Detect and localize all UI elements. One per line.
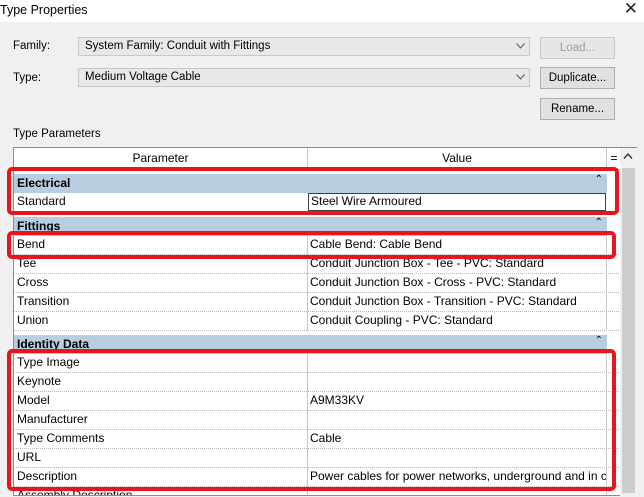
table-row[interactable]: Standard Steel Wire Armoured: [14, 193, 621, 212]
family-label: Family:: [13, 40, 51, 52]
param-name: Assembly Description: [17, 488, 133, 496]
collapse-icon[interactable]: ⌃: [595, 335, 603, 346]
type-parameters-label: Type Parameters: [13, 128, 101, 140]
grid-header: Parameter Value =: [14, 148, 621, 170]
scrollbar-thumb[interactable]: [622, 168, 635, 493]
rename-button[interactable]: Rename...: [540, 98, 615, 120]
table-row[interactable]: Keynote: [14, 373, 621, 392]
collapse-icon[interactable]: ⌃: [595, 217, 603, 228]
type-parameters-grid: Parameter Value = Electrical ⌃ Standard …: [13, 147, 622, 496]
table-row[interactable]: Model A9M33KV: [14, 392, 621, 411]
table-row[interactable]: Cross Conduit Junction Box - Cross - PVC…: [14, 274, 621, 293]
param-value[interactable]: Cable: [310, 431, 610, 445]
close-icon[interactable]: ✕: [624, 0, 638, 19]
param-name: Manufacturer: [17, 412, 88, 426]
group-label: Electrical: [17, 176, 71, 190]
column-header-edit[interactable]: =: [607, 148, 621, 169]
group-fittings[interactable]: Fittings ⌃: [14, 217, 607, 236]
param-value[interactable]: Conduit Coupling - PVC: Standard: [310, 313, 610, 327]
family-dropdown[interactable]: System Family: Conduit with Fittings: [78, 37, 530, 56]
column-header-parameter[interactable]: Parameter: [14, 148, 308, 169]
table-row[interactable]: Transition Conduit Junction Box - Transi…: [14, 293, 621, 312]
param-value[interactable]: Conduit Junction Box - Cross - PVC: Stan…: [310, 275, 610, 289]
table-row[interactable]: Union Conduit Coupling - PVC: Standard: [14, 312, 621, 331]
param-name: Standard: [17, 194, 66, 208]
param-value[interactable]: Power cables for power networks, undergr…: [310, 469, 610, 483]
param-name: Keynote: [17, 374, 62, 388]
vertical-scrollbar[interactable]: [620, 147, 637, 497]
standard-value-field[interactable]: Steel Wire Armoured: [308, 193, 606, 211]
group-label: Fittings: [17, 219, 61, 233]
group-identity-data[interactable]: Identity Data ⌃: [14, 335, 607, 354]
table-row[interactable]: Tee Conduit Junction Box - Tee - PVC: St…: [14, 255, 621, 274]
table-row[interactable]: Type Comments Cable: [14, 430, 621, 449]
param-name: Tee: [17, 256, 37, 270]
param-name: Type Comments: [17, 431, 105, 445]
table-row[interactable]: Assembly Description: [14, 487, 621, 496]
type-value: Medium Voltage Cable: [85, 71, 201, 83]
title-bar: Type Properties ✕: [0, 0, 644, 22]
param-name: Union: [17, 313, 49, 327]
collapse-icon[interactable]: ⌃: [595, 174, 603, 185]
param-name: Model: [17, 393, 50, 407]
param-name: Transition: [17, 294, 70, 308]
table-row[interactable]: Manufacturer: [14, 411, 621, 430]
load-button[interactable]: Load...: [540, 37, 615, 59]
chevron-down-icon: [516, 74, 525, 80]
type-dropdown[interactable]: Medium Voltage Cable: [78, 68, 530, 87]
param-value[interactable]: Conduit Junction Box - Tee - PVC: Standa…: [310, 256, 610, 270]
column-header-value[interactable]: Value: [308, 148, 607, 169]
table-row[interactable]: Type Image: [14, 354, 621, 373]
param-name: Type Image: [17, 355, 80, 369]
param-name: URL: [17, 450, 42, 464]
window-title: Type Properties: [0, 3, 88, 17]
param-value[interactable]: A9M33KV: [310, 393, 610, 407]
param-value[interactable]: Cable Bend: Cable Bend: [310, 237, 610, 251]
chevron-up-icon[interactable]: [623, 152, 633, 160]
param-value[interactable]: Conduit Junction Box - Transition - PVC:…: [310, 294, 610, 308]
duplicate-button[interactable]: Duplicate...: [540, 67, 615, 89]
type-label: Type:: [13, 72, 42, 84]
table-row[interactable]: Description Power cables for power netwo…: [14, 468, 621, 487]
group-electrical[interactable]: Electrical ⌃: [14, 174, 607, 193]
param-name: Description: [17, 469, 78, 483]
table-row[interactable]: Bend Cable Bend: Cable Bend: [14, 236, 621, 255]
table-row[interactable]: URL: [14, 449, 621, 468]
param-name: Bend: [17, 237, 46, 251]
family-value: System Family: Conduit with Fittings: [85, 40, 271, 52]
param-value: Steel Wire Armoured: [311, 194, 422, 208]
group-label: Identity Data: [17, 337, 90, 351]
param-name: Cross: [17, 275, 49, 289]
chevron-down-icon: [516, 43, 525, 49]
